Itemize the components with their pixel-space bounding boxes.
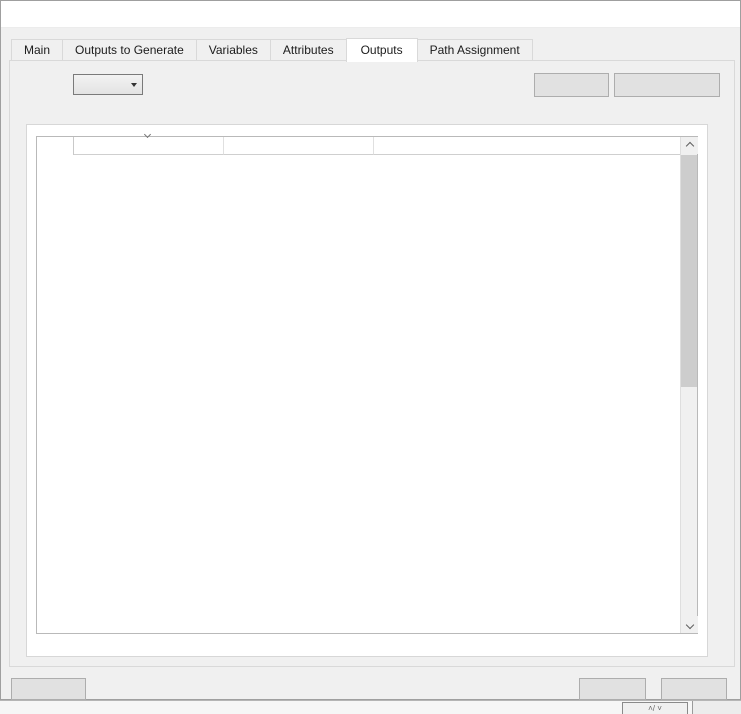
- tab-main[interactable]: Main: [11, 39, 64, 61]
- table-header: [37, 130, 697, 155]
- screen: Main Outputs to Generate Variables Attribut…: [0, 0, 741, 714]
- cancel-button[interactable]: [661, 678, 727, 700]
- scrollbar-thumb[interactable]: [681, 155, 697, 387]
- scroll-down-button[interactable]: [681, 616, 698, 633]
- sort-descending-icon: [143, 130, 151, 139]
- tab-path-assignment[interactable]: Path Assignment: [416, 39, 533, 61]
- copy-button[interactable]: [534, 73, 609, 97]
- corner-header-cell: [37, 137, 74, 155]
- user-class-select[interactable]: [73, 74, 143, 95]
- background-window-fragment-2: [692, 701, 741, 714]
- tab-attributes[interactable]: Attributes: [269, 39, 347, 61]
- title-bar: [1, 1, 740, 28]
- vertical-scrollbar[interactable]: [680, 137, 698, 633]
- close-button[interactable]: [707, 5, 733, 25]
- chevron-up-icon: [685, 141, 694, 150]
- tab-variables[interactable]: Variables: [195, 39, 271, 61]
- background-window-fragment: ˄/ ˅: [622, 702, 688, 714]
- column-header-assigned-volume[interactable]: [74, 130, 224, 155]
- tab-outputs[interactable]: Outputs: [345, 38, 418, 62]
- chevron-down-icon: [685, 620, 694, 629]
- scroll-up-button[interactable]: [681, 137, 698, 154]
- connections-tab-pane: [26, 124, 708, 657]
- static-assignment-dialog: Main Outputs to Generate Variables Attribut…: [0, 0, 741, 700]
- main-tab-bar: Main Outputs to Generate Variables Attribut…: [11, 37, 533, 62]
- chevron-down-icon: [131, 82, 137, 87]
- column-header-flow[interactable]: [374, 137, 682, 155]
- help-button[interactable]: [11, 678, 86, 700]
- ok-button[interactable]: [579, 678, 646, 700]
- connections-table: [36, 130, 698, 634]
- help-title-button[interactable]: [667, 5, 687, 25]
- create-traffic-state-button[interactable]: [614, 73, 720, 97]
- background-window-strip: ˄/ ˅: [0, 700, 741, 714]
- column-header-cost[interactable]: [224, 137, 374, 155]
- tab-outputs-to-generate[interactable]: Outputs to Generate: [62, 39, 197, 61]
